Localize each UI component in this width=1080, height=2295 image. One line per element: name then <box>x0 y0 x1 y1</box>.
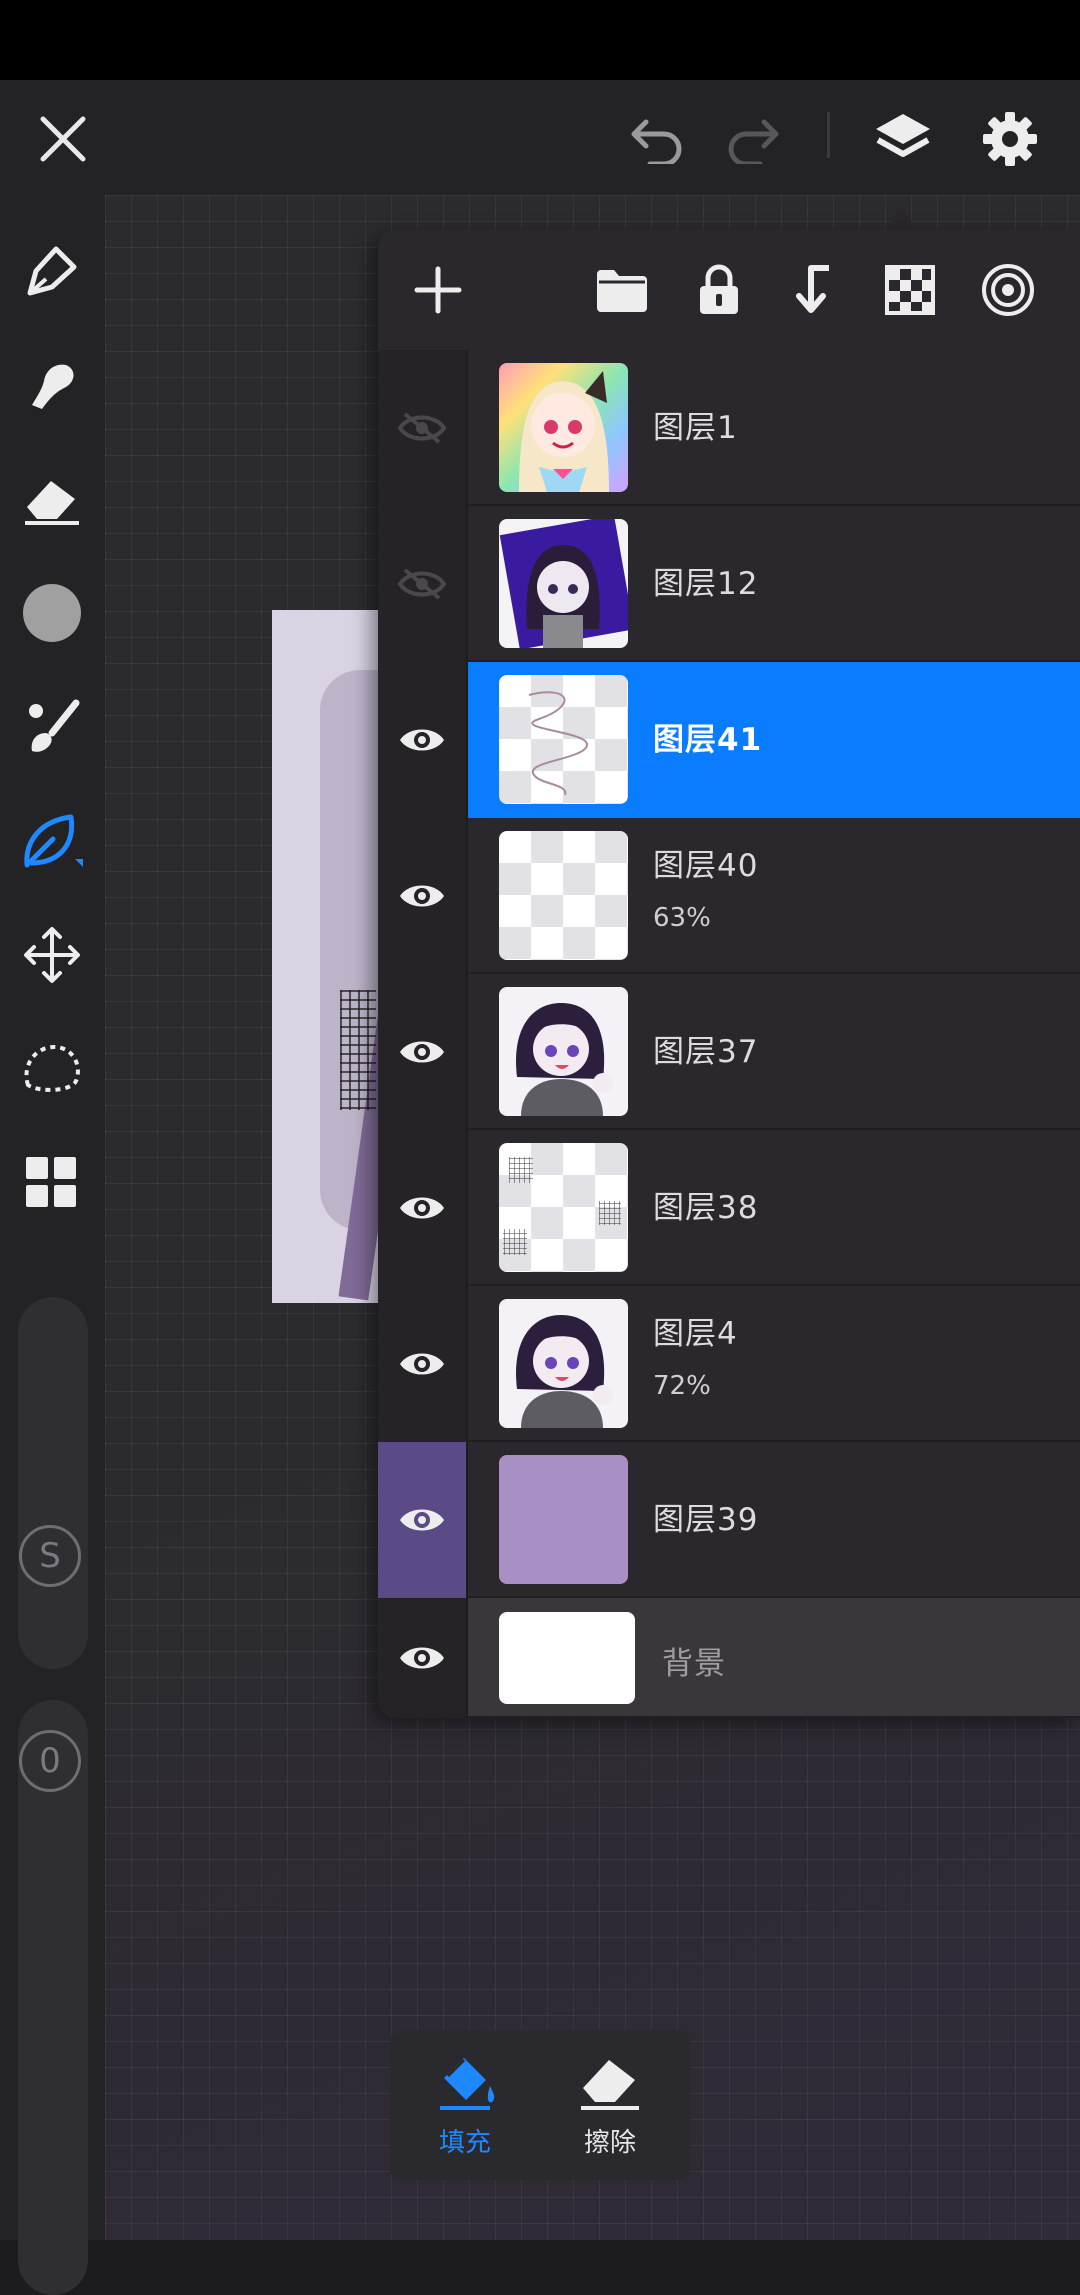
layer-name: 图层38 <box>653 1190 759 1226</box>
fill-erase-popup: 填充 擦除 <box>390 2030 690 2180</box>
eye-icon <box>400 729 444 751</box>
layer-thumbnail <box>499 1143 628 1272</box>
move-icon[interactable] <box>18 921 86 989</box>
layers-panel: 图层1 图层12 图层41 图层40 63% 图层37 图层38 图层4 72%… <box>378 230 1080 1718</box>
panel-caret <box>885 206 917 230</box>
layer-name: 图层1 <box>653 410 738 446</box>
layer-row[interactable]: 图层38 <box>378 1130 1080 1286</box>
layer-opacity: 63% <box>653 903 711 933</box>
add-icon[interactable] <box>408 260 468 320</box>
visibility-toggle[interactable] <box>378 506 468 662</box>
pen-icon[interactable] <box>18 237 86 305</box>
layer-thumbnail <box>499 987 628 1116</box>
visibility-toggle[interactable] <box>378 974 468 1130</box>
layer-row[interactable]: 图层4 72% <box>378 1286 1080 1442</box>
layer-thumbnail <box>499 519 628 648</box>
visibility-toggle[interactable] <box>378 350 468 506</box>
redo-icon[interactable] <box>718 104 788 174</box>
layer-thumbnail <box>499 363 628 492</box>
visibility-toggle[interactable] <box>378 1286 468 1442</box>
checker-icon[interactable] <box>880 260 940 320</box>
visibility-toggle[interactable] <box>378 1442 468 1598</box>
toolbar-divider <box>827 112 830 158</box>
status-bar <box>0 0 1080 80</box>
eye-icon <box>400 1041 444 1063</box>
undo-icon[interactable] <box>622 104 692 174</box>
gear-icon[interactable] <box>975 104 1045 174</box>
eye-icon <box>400 885 444 907</box>
layer-thumbnail <box>499 675 628 804</box>
layer-thumbnail <box>499 1612 635 1704</box>
size-badge: S <box>19 1525 81 1587</box>
layer-thumbnail <box>499 831 628 960</box>
layer-thumbnail <box>499 1455 628 1584</box>
layer-row[interactable]: 图层12 <box>378 506 1080 662</box>
eye-icon <box>400 1509 444 1531</box>
eye-icon <box>400 1197 444 1219</box>
layer-row[interactable]: 图层1 <box>378 350 1080 506</box>
opacity-badge: 0 <box>19 1730 81 1792</box>
layer-name: 图层39 <box>653 1502 759 1538</box>
erase-button[interactable]: 擦除 <box>555 2050 665 2170</box>
eraser-icon[interactable] <box>18 465 86 533</box>
brush-size-slider[interactable] <box>18 1297 88 1669</box>
opacity-label: 0 <box>39 1741 61 1781</box>
lock-icon[interactable] <box>689 260 749 320</box>
layer-row[interactable]: 图层37 <box>378 974 1080 1130</box>
layers-icon[interactable] <box>868 104 938 174</box>
layer-row[interactable]: 图层39 <box>378 1442 1080 1598</box>
color-dot-icon[interactable] <box>18 579 86 647</box>
artwork-preview <box>272 610 382 1303</box>
smudge-icon[interactable] <box>18 351 86 419</box>
grid-icon[interactable] <box>18 1149 86 1217</box>
eraser-icon <box>581 2060 639 2110</box>
fill-button[interactable]: 填充 <box>410 2050 520 2170</box>
lasso-icon[interactable] <box>18 1035 86 1103</box>
leaf-icon[interactable] <box>18 807 86 875</box>
visibility-toggle[interactable] <box>378 1598 468 1718</box>
tool-sidebar: S 0 <box>0 195 105 2295</box>
layer-row[interactable]: 图层40 63% <box>378 818 1080 974</box>
layer-thumbnail <box>499 1299 628 1428</box>
visibility-toggle[interactable] <box>378 818 468 974</box>
visibility-toggle[interactable] <box>378 1130 468 1286</box>
fill-label: 填充 <box>438 2128 491 2158</box>
layers-toolbar <box>378 230 1080 350</box>
eye-hidden-icon <box>397 568 447 600</box>
layer-name: 图层40 <box>653 848 759 884</box>
layer-name: 图层37 <box>653 1034 759 1070</box>
layer-name: 图层12 <box>653 566 759 602</box>
brush-icon[interactable] <box>18 693 86 761</box>
visibility-toggle[interactable] <box>378 662 468 818</box>
size-label: S <box>39 1536 61 1576</box>
close-icon[interactable] <box>28 104 98 174</box>
layer-name: 背景 <box>662 1646 726 1682</box>
eye-hidden-icon <box>397 412 447 444</box>
target-icon[interactable] <box>978 260 1038 320</box>
folder-icon[interactable] <box>592 260 652 320</box>
clip-icon[interactable] <box>784 260 844 320</box>
layer-name: 图层4 <box>653 1316 738 1352</box>
layer-row-background[interactable]: 背景 <box>378 1598 1080 1718</box>
layer-name: 图层41 <box>653 722 763 758</box>
eye-icon <box>400 1353 444 1375</box>
top-toolbar <box>0 80 1080 195</box>
erase-label: 擦除 <box>583 2128 636 2158</box>
layer-opacity: 72% <box>653 1371 711 1401</box>
paint-bucket-icon <box>440 2058 495 2110</box>
eye-icon <box>400 1647 444 1669</box>
layer-row-selected[interactable]: 图层41 <box>378 662 1080 818</box>
